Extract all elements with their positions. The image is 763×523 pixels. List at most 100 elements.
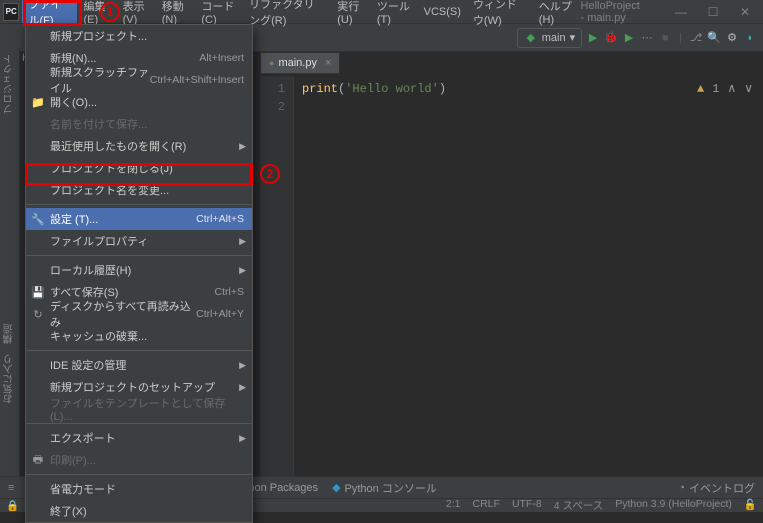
- debug-button[interactable]: 🐞: [604, 31, 618, 45]
- menu-separator: [26, 255, 252, 256]
- mi-save-as: 名前を付けて保存...: [26, 113, 252, 135]
- mi-open[interactable]: 📁開く(O)...: [26, 91, 252, 113]
- caret-position[interactable]: 2:1: [446, 498, 461, 513]
- menu-run[interactable]: 実行(U): [331, 0, 371, 23]
- minimize-button[interactable]: —: [669, 5, 693, 19]
- editor[interactable]: 1 2 print('Hello world') ▲ 1 ∧ ∨: [260, 76, 761, 488]
- stop-button[interactable]: ■: [658, 31, 672, 45]
- save-icon: 💾: [31, 286, 45, 299]
- annotation-circle-1: 1: [100, 2, 120, 22]
- mi-settings[interactable]: 🔧設定 (T)...Ctrl+Alt+S: [26, 208, 252, 230]
- gear-icon[interactable]: ⚙: [725, 31, 739, 45]
- annotation-box-settings: [25, 163, 253, 186]
- warning-icon: ▲: [697, 80, 704, 98]
- menu-view[interactable]: 表示(V): [117, 0, 156, 23]
- close-tab-icon[interactable]: ×: [325, 57, 331, 69]
- code-area[interactable]: print('Hello world') ▲ 1 ∧ ∨: [294, 76, 761, 488]
- mi-recent[interactable]: 最近使用したものを開く(R)▶: [26, 135, 252, 157]
- tab-event-log[interactable]: ◔イベントログ: [678, 480, 755, 496]
- run-button[interactable]: ▶: [586, 31, 600, 45]
- submenu-arrow-icon: ▶: [239, 382, 246, 393]
- wrench-icon: 🔧: [31, 213, 45, 226]
- tab-python-console[interactable]: ◆Python コンソール: [332, 480, 437, 496]
- inspection-bar[interactable]: ▲ 1 ∧ ∨: [697, 80, 753, 98]
- menu-tools[interactable]: ツール(T): [371, 0, 418, 23]
- mi-invalidate-caches[interactable]: キャッシュの破棄...: [26, 325, 252, 347]
- mi-file-properties[interactable]: ファイルプロパティ▶: [26, 230, 252, 252]
- menu-separator: [26, 423, 252, 424]
- editor-tab-main[interactable]: ● main.py ×: [260, 52, 340, 74]
- toolwin-structure[interactable]: 構造: [2, 324, 17, 344]
- git-button[interactable]: ⎇: [689, 31, 703, 45]
- window-buttons: — ☐ ✕: [669, 5, 757, 19]
- code-line-1: print('Hello world'): [302, 80, 761, 98]
- folder-icon: 📁: [31, 96, 45, 109]
- toolbar-right: ◆ main ▾ ▶ 🐞 ▶ ⋯ ■ | ⎇ 🔍 ⚙ ◗: [517, 28, 763, 48]
- expand-up-icon[interactable]: ∧: [727, 80, 736, 98]
- close-button[interactable]: ✕: [733, 5, 757, 19]
- print-icon: 🖶: [31, 451, 45, 470]
- mi-export[interactable]: エクスポート▶: [26, 427, 252, 449]
- chevron-down-icon: ▾: [570, 31, 576, 44]
- interpreter[interactable]: Python 3.9 (HelloProject): [615, 498, 732, 513]
- reload-icon: ↻: [31, 308, 45, 321]
- line-ending[interactable]: CRLF: [473, 498, 500, 513]
- annotation-circle-2: 2: [260, 164, 280, 184]
- toolwin-project[interactable]: プロジェクト: [2, 54, 17, 114]
- file-encoding[interactable]: UTF-8: [512, 498, 542, 513]
- menu-refactor[interactable]: リファクタリング(R): [243, 0, 331, 23]
- run-config-dropdown[interactable]: ◆ main ▾: [517, 28, 582, 48]
- lock-icon[interactable]: 🔒: [6, 499, 19, 512]
- mi-reload-disk[interactable]: ↻ディスクからすべて再読み込みCtrl+Alt+Y: [26, 303, 252, 325]
- file-menu-dropdown: 新規プロジェクト... 新規(N)...Alt+Insert 新規スクラッチファ…: [25, 24, 253, 523]
- menu-navigate[interactable]: 移動(N): [156, 0, 196, 23]
- menu-code[interactable]: コード(C): [195, 0, 243, 23]
- python-icon: ◆: [332, 481, 340, 494]
- line-gutter: 1 2: [260, 76, 294, 488]
- warning-count: 1: [712, 80, 719, 98]
- search-icon[interactable]: 🔍: [707, 31, 721, 45]
- mi-print: 🖶印刷(P)...: [26, 449, 252, 471]
- editor-tab-bar: ● main.py ×: [260, 52, 340, 74]
- run-with-coverage-button[interactable]: ▶: [622, 31, 636, 45]
- menu-separator: [26, 350, 252, 351]
- left-tool-gutter: プロジェクト 構造 お気に入り: [0, 48, 20, 488]
- menu-window[interactable]: ウィンドウ(W): [467, 0, 533, 23]
- balloon-icon: ◔: [678, 482, 685, 494]
- python-icon: ◆: [524, 31, 538, 45]
- submenu-arrow-icon: ▶: [239, 141, 246, 152]
- mi-new-project[interactable]: 新規プロジェクト...: [26, 25, 252, 47]
- maximize-button[interactable]: ☐: [701, 5, 725, 19]
- indent-setting[interactable]: 4 スペース: [554, 498, 604, 513]
- line-number: 2: [260, 98, 285, 116]
- mi-exit[interactable]: 終了(X): [26, 500, 252, 522]
- menu-separator: [26, 204, 252, 205]
- status-right: 2:1 CRLF UTF-8 4 スペース Python 3.9 (HelloP…: [446, 498, 757, 513]
- bottom-menu-icon[interactable]: ≡: [8, 482, 14, 494]
- fn-print: print: [302, 82, 338, 96]
- mi-manage-ide[interactable]: IDE 設定の管理▶: [26, 354, 252, 376]
- space-icon[interactable]: ◗: [743, 31, 757, 45]
- submenu-arrow-icon: ▶: [239, 433, 246, 444]
- menu-vcs[interactable]: VCS(S): [418, 0, 467, 23]
- pycharm-logo: PC: [3, 3, 19, 21]
- submenu-arrow-icon: ▶: [239, 360, 246, 371]
- submenu-arrow-icon: ▶: [239, 236, 246, 247]
- python-file-icon: ●: [269, 58, 274, 68]
- submenu-arrow-icon: ▶: [239, 265, 246, 276]
- mi-local-history[interactable]: ローカル履歴(H)▶: [26, 259, 252, 281]
- title-right: HelloProject - main.py — ☐ ✕: [581, 0, 763, 24]
- mi-new-scratch[interactable]: 新規スクラッチファイルCtrl+Alt+Shift+Insert: [26, 69, 252, 91]
- toolwin-favorites[interactable]: お気に入り: [2, 354, 17, 404]
- annotation-box-file-menu: [23, 0, 82, 26]
- menu-help[interactable]: ヘルプ(H): [533, 0, 581, 23]
- expand-down-icon[interactable]: ∨: [744, 80, 753, 98]
- readonly-icon[interactable]: 🔓: [744, 498, 757, 513]
- editor-tab-label: main.py: [278, 57, 317, 69]
- run-config-label: main: [542, 32, 566, 44]
- string-literal: 'Hello world': [345, 82, 439, 96]
- project-title: HelloProject - main.py: [581, 0, 645, 24]
- attach-button[interactable]: ⋯: [640, 31, 654, 45]
- mi-save-as-template: ファイルをテンプレートとして保存(L)...: [26, 398, 252, 420]
- mi-power-save[interactable]: 省電力モード: [26, 478, 252, 500]
